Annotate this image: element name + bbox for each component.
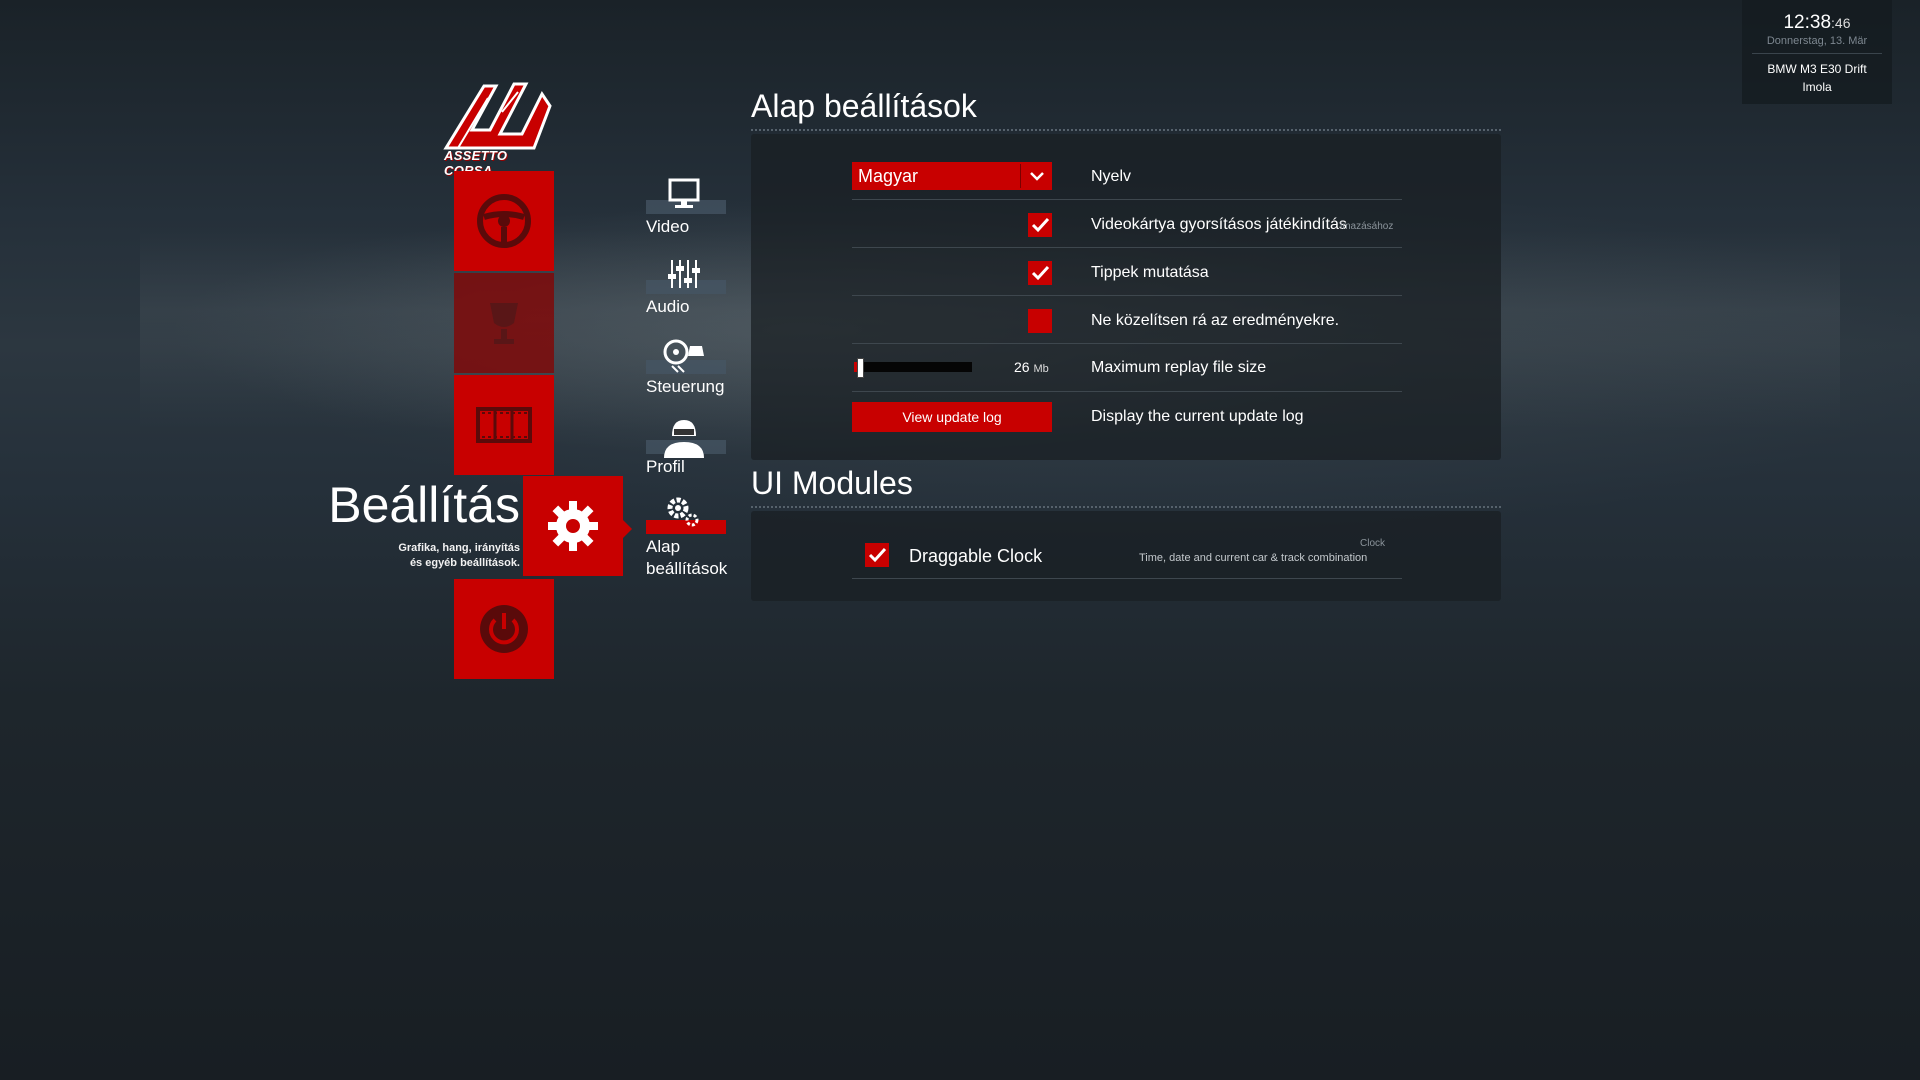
submenu-audio[interactable]: Audio (646, 258, 728, 320)
submenu-label: Profil (646, 457, 685, 476)
row-divider (852, 247, 1402, 248)
gpu-accel-label: Videokártya gyorsításos játékindítás (1091, 216, 1347, 233)
settings-tile[interactable] (523, 476, 623, 576)
module-category: Clock (1360, 538, 1386, 549)
show-tips-checkbox[interactable] (1028, 261, 1052, 285)
submenu-label: Alap beállítások (646, 537, 728, 578)
power-icon (480, 605, 528, 653)
championship-tile[interactable] (454, 273, 554, 373)
assetto-corsa-logo: ASSETTO CORSA (438, 72, 556, 178)
row-divider (852, 578, 1402, 579)
gpu-accel-checkbox[interactable] (1028, 213, 1052, 237)
module-name: Draggable Clock (909, 546, 1043, 566)
no-zoom-label: Ne közelítsen rá az eredményekre. (1091, 312, 1340, 329)
clock-track: Imola (1802, 80, 1832, 94)
submenu-label: Steuerung (646, 377, 725, 396)
clock-seconds: :46 (1831, 15, 1851, 31)
language-dropdown[interactable]: Magyar (852, 162, 1052, 190)
film-strip-icon (476, 407, 532, 443)
submenu-video[interactable]: Video (646, 178, 728, 240)
row-divider (852, 391, 1402, 392)
row-divider (852, 343, 1402, 344)
submenu-label: Video (646, 217, 690, 236)
clock-time: 12:38:46 (1783, 12, 1851, 33)
draggable-clock-checkbox[interactable] (865, 543, 889, 567)
check-icon (868, 547, 887, 563)
submenu-label: Audio (646, 297, 690, 316)
slider-handle[interactable] (857, 358, 864, 378)
driver-icon (664, 420, 704, 458)
no-zoom-checkbox[interactable] (1028, 309, 1052, 333)
clock-divider (1752, 53, 1882, 54)
clock-car: BMW M3 E30 Drift (1767, 62, 1867, 76)
show-tips-label: Tippek mutatása (1091, 264, 1209, 281)
gpu-accel-suffix: lmazásához (1340, 221, 1394, 232)
check-icon (1031, 217, 1050, 233)
title-underline (751, 506, 1501, 508)
trophy-icon (490, 303, 518, 344)
dropdown-separator (1020, 164, 1021, 188)
chevron-down-icon (1030, 172, 1044, 181)
replay-size-slider[interactable] (854, 358, 972, 378)
check-icon (1031, 265, 1050, 281)
language-label: Nyelv (1091, 168, 1132, 185)
controls-icon (663, 339, 704, 373)
clock-widget[interactable]: 12:38:46 Donnerstag, 13. Mär BMW M3 E30 … (1742, 0, 1892, 104)
logo-mark-icon (443, 82, 552, 150)
title-underline (751, 129, 1501, 131)
replay-size-label: Maximum replay file size (1091, 359, 1267, 376)
monitor-icon (668, 178, 700, 208)
ui-modules-panel (751, 511, 1501, 601)
gears-icon (667, 497, 699, 527)
clock-date: Donnerstag, 13. Mär (1766, 35, 1868, 47)
submenu-general[interactable]: Alap beállítások (646, 497, 728, 584)
steering-wheel-icon (477, 194, 531, 248)
row-divider (852, 199, 1402, 200)
section-subtitle: Grafika, hang, irányítás és egyéb beállí… (398, 542, 520, 569)
mixer-icon (668, 260, 700, 288)
submenu-controls[interactable]: Steuerung (646, 338, 728, 400)
replay-tile[interactable] (454, 375, 554, 475)
gear-icon (548, 501, 598, 551)
general-settings-title: Alap beállítások (751, 88, 977, 124)
quit-tile[interactable] (454, 579, 554, 679)
active-pointer (623, 520, 632, 538)
drive-tile[interactable] (454, 171, 554, 271)
view-update-log-button[interactable]: View update log (852, 402, 1052, 432)
ui-modules-title: UI Modules (751, 465, 913, 501)
replay-size-value: 26 Mb (1014, 359, 1049, 375)
replay-size-unit: Mb (1033, 363, 1049, 375)
section-title: Beállítás (328, 477, 520, 533)
language-value: Magyar (858, 166, 919, 186)
row-divider (852, 295, 1402, 296)
module-description: Time, date and current car & track combi… (1139, 552, 1368, 564)
update-log-label: Display the current update log (1091, 408, 1304, 425)
submenu-profile[interactable]: Profil (646, 418, 728, 480)
